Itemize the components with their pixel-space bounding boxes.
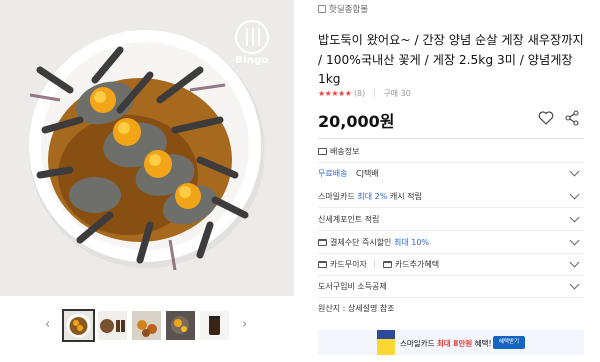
cutlery-icon: [235, 20, 269, 54]
product-title: 밥도둑이 왔어요~ / 간장 양념 순살 게장 새우장까지 / 100%국내산 …: [318, 33, 584, 86]
share-icon[interactable]: [565, 110, 579, 126]
smile-card-row[interactable]: 스마일카드 최대 2% 캐시 적립: [318, 189, 584, 208]
brand-logo: Bingo: [232, 20, 272, 66]
banner-text: 스마일카드 최대 8만원 혜택!: [400, 338, 492, 349]
prev-arrow-icon[interactable]: ‹: [45, 317, 50, 332]
rating-count[interactable]: (8): [354, 89, 365, 98]
banner-text-prefix: 스마일카드: [400, 339, 435, 348]
chevron-down-icon: [569, 279, 580, 290]
divider: [318, 297, 584, 298]
divider: [318, 275, 584, 276]
smile-card-highlight: 최대 2%: [357, 192, 388, 201]
thumbnail-image: [132, 311, 161, 340]
chevron-down-icon: [569, 235, 580, 246]
card-icon: [382, 261, 392, 268]
store-link[interactable]: 핫딜종합몰: [318, 3, 368, 15]
thumbnail-image: [98, 311, 127, 340]
purchase-count: 구매 30: [383, 89, 411, 98]
divider: [318, 162, 584, 163]
divider: [374, 259, 376, 269]
card-extra-label: 카드추가혜택: [394, 260, 440, 269]
divider: [373, 89, 375, 97]
product-price: 20,000원: [318, 112, 395, 131]
next-arrow-icon[interactable]: ›: [242, 317, 247, 332]
thumbnail-2[interactable]: [98, 311, 127, 340]
origin-row: 원산지 : 상세설명 참조: [318, 303, 584, 314]
thumbnail-image: [200, 311, 229, 340]
delivery-type: 무료배송: [318, 169, 348, 178]
divider: [318, 207, 584, 208]
chevron-down-icon: [569, 166, 580, 177]
thumbnail-image: [64, 311, 93, 340]
delivery-row[interactable]: 무료배송 CJ택배: [318, 166, 584, 179]
interest-free-label: 카드무이자: [330, 260, 367, 269]
book-deduction-label: 도서구입비 소득공제: [318, 282, 387, 291]
shinsegae-point-row[interactable]: 신세계포인트 적립: [318, 212, 584, 231]
thumbnail-strip: ‹ ›: [40, 309, 255, 342]
truck-icon: [318, 148, 327, 155]
delivery-info-header: 배송정보: [318, 146, 584, 163]
store-icon: [318, 5, 326, 13]
divider: [318, 230, 584, 231]
card-benefits-row[interactable]: 카드무이자 카드추가혜택: [318, 257, 584, 276]
chevron-down-icon: [569, 212, 580, 223]
thumbnail-image: [166, 311, 195, 340]
instant-discount-highlight: 최대 10%: [393, 238, 430, 247]
heart-icon[interactable]: [538, 110, 554, 126]
banner-text-highlight: 최대 8만원: [436, 339, 473, 348]
main-product-image: Bingo: [0, 0, 294, 296]
banner-text-suffix: 혜택!: [474, 339, 492, 348]
chevron-down-icon: [569, 257, 580, 268]
instant-discount-row[interactable]: 결제수단 즉시할인 최대 10%: [318, 235, 584, 254]
origin-label: 원산지 : 상세설명 참조: [318, 304, 395, 313]
thumbnail-5[interactable]: [200, 311, 229, 340]
divider: [318, 253, 584, 254]
thumbnail-3[interactable]: [132, 311, 161, 340]
shinsegae-label: 신세계포인트 적립: [318, 215, 380, 224]
divider: [318, 138, 584, 139]
smile-card-image: [377, 330, 395, 355]
smile-card-suffix: 캐시 적립: [389, 192, 422, 201]
rating-row: ★★★★★ (8) 구매 30: [318, 88, 411, 99]
card-icon: [318, 261, 327, 268]
get-benefit-button[interactable]: 혜택받기: [493, 336, 525, 349]
thumbnail-4[interactable]: [166, 311, 195, 340]
store-name: 핫딜종합몰: [329, 5, 369, 15]
smile-card-label: 스마일카드: [318, 192, 355, 201]
card-icon: [318, 239, 327, 246]
book-deduction-row[interactable]: 도서구입비 소득공제: [318, 279, 584, 298]
smile-card-banner[interactable]: 스마일카드 최대 8만원 혜택! 혜택받기: [318, 330, 584, 355]
instant-discount-label: 결제수단 즉시할인: [330, 238, 392, 247]
thumbnail-1[interactable]: [62, 309, 95, 342]
delivery-header-label: 배송정보: [330, 147, 360, 156]
delivery-carrier: CJ택배: [356, 169, 379, 178]
rating-stars[interactable]: ★★★★★: [318, 89, 352, 98]
logo-text: Bingo: [235, 55, 269, 66]
chevron-down-icon: [569, 189, 580, 200]
